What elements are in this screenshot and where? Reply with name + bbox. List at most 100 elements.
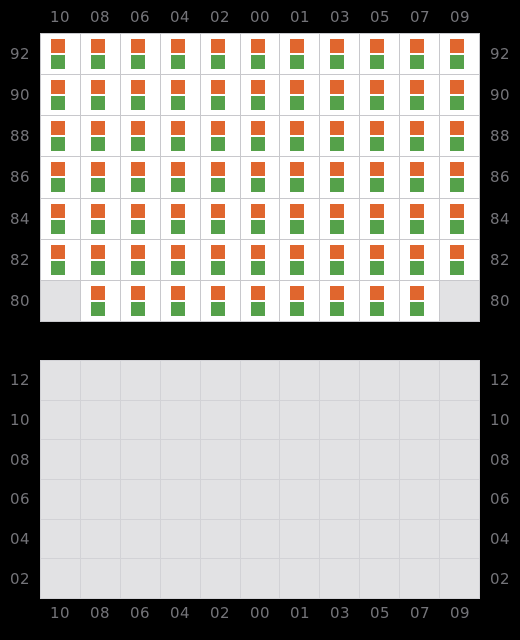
seat-cell[interactable] bbox=[160, 116, 200, 157]
seat-cell[interactable] bbox=[440, 116, 479, 157]
seat-cell[interactable] bbox=[240, 34, 280, 75]
seat-cell[interactable] bbox=[120, 239, 160, 280]
orange-square-icon bbox=[250, 203, 265, 218]
seat-cell[interactable] bbox=[240, 239, 280, 280]
seat-cell[interactable] bbox=[400, 116, 440, 157]
row-label-right-12: 12 bbox=[490, 370, 510, 389]
seat-cell[interactable] bbox=[320, 239, 360, 280]
seat-cell[interactable] bbox=[120, 280, 160, 321]
orange-square-icon bbox=[170, 80, 185, 95]
seat-cell[interactable] bbox=[280, 239, 320, 280]
orange-square-icon bbox=[450, 121, 465, 136]
seat-cell[interactable] bbox=[200, 239, 240, 280]
seat-cell[interactable] bbox=[80, 157, 120, 198]
seat-cell[interactable] bbox=[320, 198, 360, 239]
green-square-icon bbox=[51, 55, 65, 70]
seat-cell[interactable] bbox=[440, 239, 479, 280]
seat-cell[interactable] bbox=[240, 280, 280, 321]
seat-cell[interactable] bbox=[41, 75, 80, 116]
seat-cell[interactable] bbox=[240, 116, 280, 157]
seat-cell[interactable] bbox=[360, 157, 400, 198]
orange-square-icon bbox=[450, 244, 465, 259]
seat-cell[interactable] bbox=[120, 157, 160, 198]
seat-cell[interactable] bbox=[360, 280, 400, 321]
seat-cell[interactable] bbox=[200, 157, 240, 198]
seat-cell[interactable] bbox=[360, 239, 400, 280]
green-square-icon bbox=[370, 55, 385, 70]
seat-cell[interactable] bbox=[280, 280, 320, 321]
seat-cell[interactable] bbox=[200, 280, 240, 321]
seat-cell[interactable] bbox=[440, 198, 479, 239]
seat-cell[interactable] bbox=[160, 75, 200, 116]
seat-cell[interactable] bbox=[320, 75, 360, 116]
green-square-icon bbox=[170, 301, 185, 316]
seat-cell bbox=[41, 280, 80, 321]
seat-cell[interactable] bbox=[400, 157, 440, 198]
seat-cell[interactable] bbox=[240, 75, 280, 116]
orange-square-icon bbox=[290, 285, 305, 300]
seat-grid-upper[interactable] bbox=[40, 33, 480, 322]
seat-cell[interactable] bbox=[360, 75, 400, 116]
seat-cell[interactable] bbox=[360, 34, 400, 75]
orange-square-icon bbox=[330, 39, 345, 54]
orange-square-icon bbox=[250, 162, 265, 177]
seat-cell[interactable] bbox=[400, 75, 440, 116]
green-square-icon bbox=[210, 96, 225, 111]
column-header-row-top: 10 08 06 04 02 00 01 03 05 07 09 bbox=[40, 4, 480, 30]
seat-cell[interactable] bbox=[280, 34, 320, 75]
seat-cell[interactable] bbox=[280, 75, 320, 116]
seat-cell[interactable] bbox=[160, 280, 200, 321]
seat-cell[interactable] bbox=[120, 34, 160, 75]
green-square-icon bbox=[250, 137, 265, 152]
seat-cell[interactable] bbox=[160, 34, 200, 75]
seat-cell[interactable] bbox=[400, 280, 440, 321]
orange-square-icon bbox=[250, 121, 265, 136]
seat-cell[interactable] bbox=[120, 75, 160, 116]
seat-cell[interactable] bbox=[440, 157, 479, 198]
seat-cell[interactable] bbox=[80, 280, 120, 321]
seat-cell[interactable] bbox=[400, 198, 440, 239]
seat-cell[interactable] bbox=[280, 198, 320, 239]
seat-cell[interactable] bbox=[440, 34, 479, 75]
seat-cell[interactable] bbox=[80, 198, 120, 239]
seat-cell[interactable] bbox=[80, 116, 120, 157]
seat-cell[interactable] bbox=[320, 116, 360, 157]
row-label-right-04: 04 bbox=[490, 530, 510, 549]
orange-square-icon bbox=[370, 121, 385, 136]
seat-cell[interactable] bbox=[80, 239, 120, 280]
seat-cell[interactable] bbox=[440, 75, 479, 116]
seat-cell[interactable] bbox=[160, 239, 200, 280]
seat-cell[interactable] bbox=[41, 239, 80, 280]
seat-cell[interactable] bbox=[200, 75, 240, 116]
seat-cell[interactable] bbox=[41, 198, 80, 239]
seat-cell[interactable] bbox=[280, 157, 320, 198]
seat-cell[interactable] bbox=[400, 239, 440, 280]
seat-cell[interactable] bbox=[120, 116, 160, 157]
seat-cell[interactable] bbox=[360, 198, 400, 239]
seat-cell[interactable] bbox=[120, 198, 160, 239]
seat-cell[interactable] bbox=[400, 34, 440, 75]
seat-cell[interactable] bbox=[240, 157, 280, 198]
green-square-icon bbox=[90, 137, 105, 152]
seat-cell[interactable] bbox=[200, 34, 240, 75]
seat-cell[interactable] bbox=[41, 157, 80, 198]
seat-cell[interactable] bbox=[320, 157, 360, 198]
seat-cell[interactable] bbox=[41, 116, 80, 157]
seat-cell[interactable] bbox=[320, 34, 360, 75]
orange-square-icon bbox=[130, 39, 145, 54]
green-square-icon bbox=[130, 178, 145, 193]
seat-cell[interactable] bbox=[41, 34, 80, 75]
seat-cell[interactable] bbox=[160, 198, 200, 239]
seat-cell[interactable] bbox=[280, 116, 320, 157]
seat-cell[interactable] bbox=[200, 198, 240, 239]
orange-square-icon bbox=[450, 162, 465, 177]
seat-cell[interactable] bbox=[80, 34, 120, 75]
green-square-icon bbox=[51, 96, 65, 111]
seat-cell[interactable] bbox=[80, 75, 120, 116]
seat-grid-lower[interactable] bbox=[40, 360, 480, 599]
seat-cell[interactable] bbox=[200, 116, 240, 157]
seat-cell[interactable] bbox=[320, 280, 360, 321]
seat-cell[interactable] bbox=[360, 116, 400, 157]
seat-cell[interactable] bbox=[240, 198, 280, 239]
seat-cell[interactable] bbox=[160, 157, 200, 198]
